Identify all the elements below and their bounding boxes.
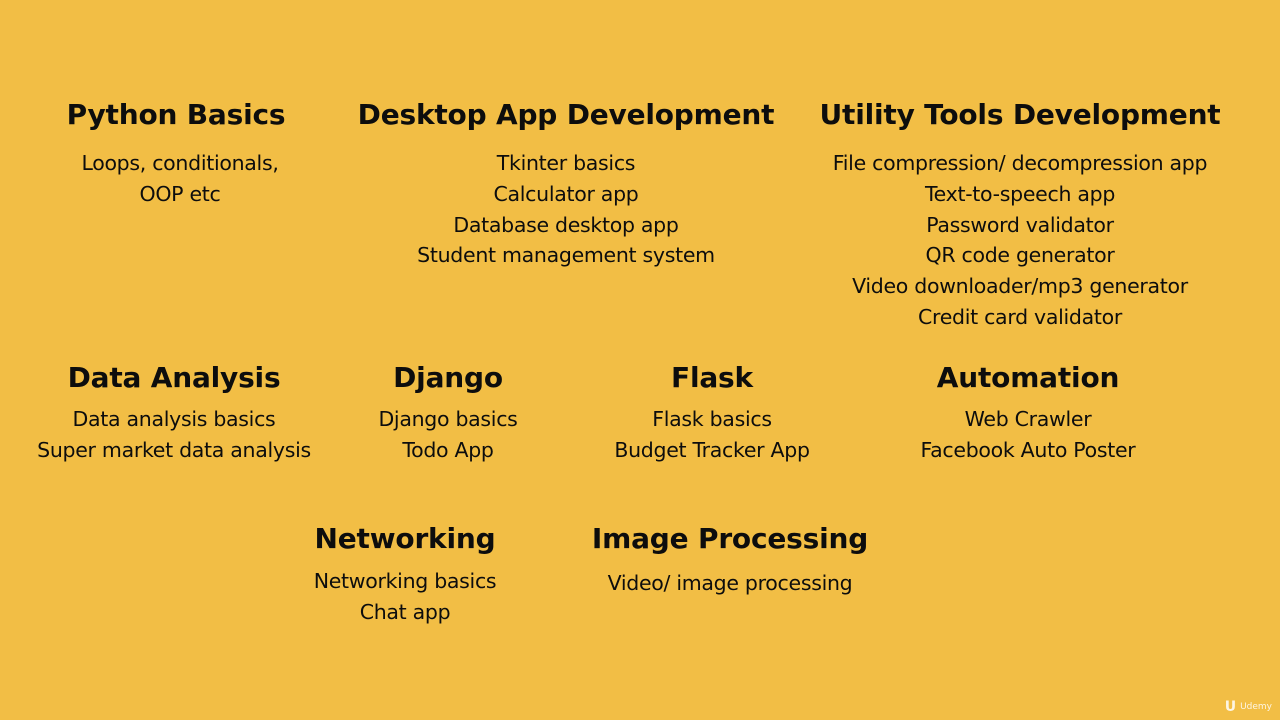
topic-item: Networking basics [313, 569, 497, 593]
topic-item: Student management system [417, 243, 715, 268]
topic-item: Database desktop app [453, 212, 679, 237]
topic-items: Loops, conditionals, OOP etc [44, 148, 316, 210]
topic-networking: Networking Networking basics Chat app [290, 522, 520, 628]
topic-title: Flask [671, 361, 753, 394]
topic-item: Text-to-speech app [924, 181, 1116, 206]
topic-item: Chat app [359, 599, 451, 624]
topic-desktop-app-development: Desktop App Development Tkinter basics C… [350, 98, 782, 271]
topic-item: QR code generator [925, 243, 1115, 268]
topic-utility-tools-development: Utility Tools Development File compressi… [796, 98, 1244, 333]
topic-python-basics: Python Basics Loops, conditionals, OOP e… [36, 98, 316, 210]
topic-item: Data analysis basics [72, 407, 276, 431]
topic-item: Video downloader/mp3 generator [852, 274, 1188, 299]
topic-title: Utility Tools Development [819, 98, 1221, 131]
topic-items: File compression/ decompression app Text… [796, 148, 1244, 333]
topic-item: Flask basics [652, 407, 772, 431]
topic-item: Password validator [926, 212, 1114, 237]
topic-item: Facebook Auto Poster [920, 437, 1136, 462]
course-topics-slide: Python Basics Loops, conditionals, OOP e… [0, 0, 1280, 720]
topic-items: Web Crawler Facebook Auto Poster [890, 404, 1166, 466]
topic-item: Web Crawler [964, 407, 1092, 431]
topic-title: Image Processing [591, 522, 869, 555]
topic-items: Networking basics Chat app [290, 566, 520, 628]
topic-item: Tkinter basics [496, 151, 636, 175]
topic-data-analysis: Data Analysis Data analysis basics Super… [24, 361, 324, 466]
topic-item: Credit card validator [918, 304, 1122, 329]
topic-django: Django Django basics Todo App [358, 361, 538, 466]
topic-items: Tkinter basics Calculator app Database d… [350, 148, 782, 271]
udemy-watermark: U Udemy [1225, 700, 1272, 714]
watermark-label: Udemy [1240, 702, 1272, 712]
topic-item: Calculator app [493, 181, 639, 206]
topic-items: Flask basics Budget Tracker App [600, 404, 824, 466]
topic-items: Video/ image processing [580, 568, 880, 599]
topic-item: Django basics [378, 407, 518, 431]
topic-item: OOP etc [139, 181, 221, 206]
topic-items: Django basics Todo App [358, 404, 538, 466]
topic-item: Super market data analysis [37, 437, 311, 462]
topic-item: Video/ image processing [607, 571, 853, 595]
udemy-logo-icon: U [1224, 699, 1237, 715]
topic-items: Data analysis basics Super market data a… [24, 404, 324, 466]
topic-automation: Automation Web Crawler Facebook Auto Pos… [890, 361, 1166, 466]
topic-item: Loops, conditionals, [81, 151, 279, 175]
topic-title: Python Basics [66, 98, 286, 131]
topic-item: Budget Tracker App [614, 437, 810, 462]
topic-title: Django [393, 361, 503, 394]
topic-image-processing: Image Processing Video/ image processing [580, 522, 880, 599]
topic-title: Desktop App Development [357, 98, 775, 131]
topic-flask: Flask Flask basics Budget Tracker App [600, 361, 824, 466]
topic-title: Data Analysis [67, 361, 281, 394]
topic-item: File compression/ decompression app [832, 151, 1208, 175]
topic-title: Networking [314, 522, 496, 555]
topic-item: Todo App [402, 437, 494, 462]
topic-title: Automation [936, 361, 1120, 394]
